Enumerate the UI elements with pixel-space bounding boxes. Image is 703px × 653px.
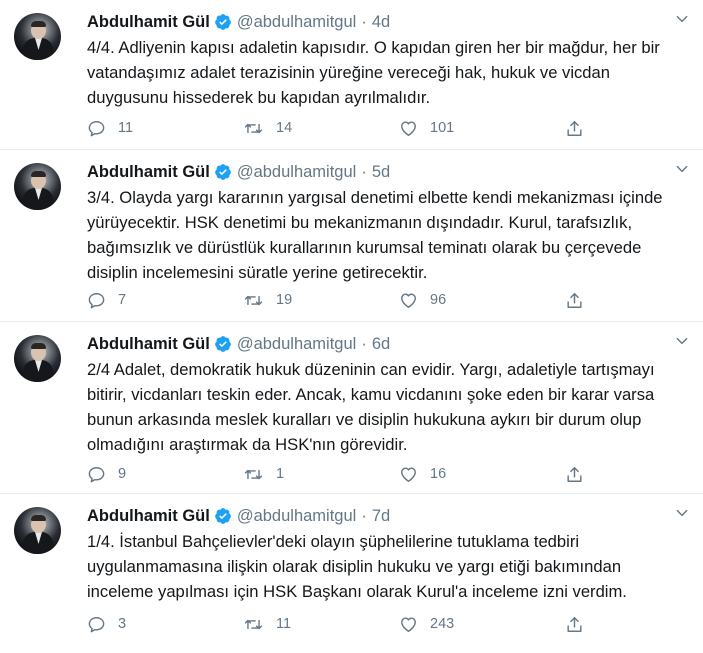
- reply-icon: [88, 120, 105, 136]
- retweet-count: 1: [276, 466, 285, 482]
- tweet-actions: 11 14 101: [87, 118, 687, 138]
- verified-badge-icon: [214, 164, 231, 180]
- retweet-count: 19: [276, 292, 293, 308]
- tweet-timestamp[interactable]: 5d: [372, 163, 390, 182]
- tweet-text: 3/4. Olayda yargı kararının yargısal den…: [87, 188, 663, 282]
- separator-dot: ·: [361, 334, 367, 353]
- reply-icon: [88, 292, 105, 308]
- heart-icon: [401, 616, 416, 632]
- chevron-down-icon[interactable]: [675, 162, 689, 176]
- reply-icon: [88, 466, 105, 482]
- retweet-button[interactable]: 19: [243, 290, 292, 310]
- like-button[interactable]: 101: [399, 118, 454, 138]
- heart-icon: [401, 292, 416, 308]
- like-button[interactable]: 243: [399, 614, 454, 634]
- tweet-actions: 7 19 96: [87, 290, 687, 310]
- tweet[interactable]: Abdulhamit Gül @abdulhamitgul · 5d 3/4. …: [0, 150, 703, 322]
- author-handle[interactable]: @abdulhamitgul: [237, 335, 357, 354]
- chevron-down-icon[interactable]: [675, 506, 689, 520]
- avatar[interactable]: [14, 335, 61, 382]
- author-name[interactable]: Abdulhamit Gül: [87, 13, 210, 32]
- like-button[interactable]: 16: [399, 464, 446, 484]
- share-button[interactable]: [565, 290, 596, 310]
- chevron-down-icon[interactable]: [675, 12, 689, 26]
- verified-badge-icon: [214, 508, 231, 524]
- tweet-text: 1/4. İstanbul Bahçelievler'deki olayın ş…: [87, 532, 627, 601]
- like-count: 243: [430, 616, 455, 632]
- like-count: 16: [430, 466, 447, 482]
- verified-badge-icon: [214, 14, 231, 30]
- tweet-feed: Abdulhamit Gül @abdulhamitgul · 4d 4/4. …: [0, 0, 703, 653]
- share-icon: [567, 466, 582, 482]
- retweet-button[interactable]: 14: [243, 118, 292, 138]
- reply-count: 9: [118, 466, 127, 482]
- share-button[interactable]: [565, 118, 596, 138]
- reply-button[interactable]: 3: [87, 614, 126, 634]
- retweet-button[interactable]: 11: [243, 614, 291, 634]
- reply-count: 11: [118, 120, 134, 136]
- retweet-icon: [244, 469, 263, 479]
- author-handle[interactable]: @abdulhamitgul: [237, 13, 357, 32]
- separator-dot: ·: [361, 162, 367, 181]
- heart-icon: [401, 466, 416, 482]
- avatar[interactable]: [14, 13, 61, 60]
- avatar[interactable]: [14, 163, 61, 210]
- tweet-header: Abdulhamit Gül @abdulhamitgul · 6d: [87, 332, 390, 356]
- reply-count: 7: [118, 292, 127, 308]
- like-count: 101: [430, 120, 455, 136]
- tweet-actions: 3 11 243: [87, 614, 687, 634]
- reply-button[interactable]: 7: [87, 290, 126, 310]
- share-icon: [567, 292, 582, 308]
- separator-dot: ·: [361, 12, 367, 31]
- chevron-down-icon[interactable]: [675, 334, 689, 348]
- heart-icon: [401, 120, 416, 136]
- like-count: 96: [430, 292, 447, 308]
- tweet[interactable]: Abdulhamit Gül @abdulhamitgul · 7d 1/4. …: [0, 494, 703, 653]
- author-name[interactable]: Abdulhamit Gül: [87, 163, 210, 182]
- share-icon: [567, 616, 582, 632]
- retweet-button[interactable]: 1: [243, 464, 284, 484]
- author-name[interactable]: Abdulhamit Gül: [87, 507, 210, 526]
- tweet-actions: 9 1 16: [87, 464, 687, 484]
- tweet-header: Abdulhamit Gül @abdulhamitgul · 5d: [87, 160, 390, 184]
- share-button[interactable]: [565, 614, 596, 634]
- author-handle[interactable]: @abdulhamitgul: [237, 507, 357, 526]
- tweet[interactable]: Abdulhamit Gül @abdulhamitgul · 6d 2/4 A…: [0, 322, 703, 494]
- tweet-text: 4/4. Adliyenin kapısı adaletin kapısıdır…: [87, 38, 660, 107]
- retweet-count: 14: [276, 120, 293, 136]
- separator-dot: ·: [361, 506, 367, 525]
- share-button[interactable]: [565, 464, 596, 484]
- tweet-timestamp[interactable]: 4d: [372, 13, 390, 32]
- tweet[interactable]: Abdulhamit Gül @abdulhamitgul · 4d 4/4. …: [0, 0, 703, 150]
- tweet-header: Abdulhamit Gül @abdulhamitgul · 7d: [87, 504, 390, 528]
- reply-icon: [88, 616, 105, 632]
- share-icon: [567, 120, 582, 136]
- reply-button[interactable]: 11: [87, 118, 133, 138]
- tweet-timestamp[interactable]: 7d: [372, 507, 390, 526]
- like-button[interactable]: 96: [399, 290, 446, 310]
- retweet-icon: [244, 123, 263, 133]
- author-handle[interactable]: @abdulhamitgul: [237, 163, 357, 182]
- reply-button[interactable]: 9: [87, 464, 126, 484]
- verified-badge-icon: [214, 336, 231, 352]
- retweet-icon: [244, 619, 263, 629]
- author-name[interactable]: Abdulhamit Gül: [87, 335, 210, 354]
- tweet-header: Abdulhamit Gül @abdulhamitgul · 4d: [87, 10, 390, 34]
- tweet-timestamp[interactable]: 6d: [372, 335, 390, 354]
- reply-count: 3: [118, 616, 127, 632]
- retweet-count: 11: [276, 616, 292, 632]
- retweet-icon: [244, 295, 263, 305]
- tweet-text: 2/4 Adalet, demokratik hukuk düzeninin c…: [87, 360, 655, 454]
- avatar[interactable]: [14, 507, 61, 554]
